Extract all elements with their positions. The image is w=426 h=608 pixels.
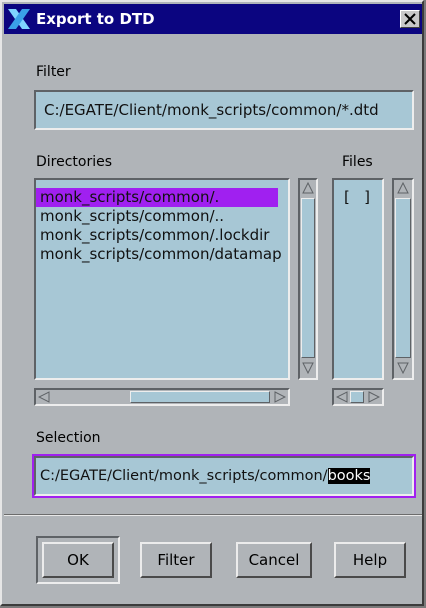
directories-list[interactable]: monk_scripts/common/. monk_scripts/common… [34,178,290,380]
ok-button[interactable]: OK [42,542,114,578]
help-button[interactable]: Help [334,542,406,578]
window-title: Export to DTD [36,10,155,28]
scroll-right-arrow-icon[interactable] [274,391,286,403]
files-list[interactable]: [ ] [332,178,384,380]
scroll-up-arrow-icon[interactable] [397,182,409,194]
directories-vertical-scrollbar[interactable] [298,178,318,380]
files-horizontal-scrollbar[interactable] [332,388,384,406]
selection-focus-ring: C:/EGATE/Client/monk_scripts/common/book… [32,454,416,498]
scroll-down-arrow-icon[interactable] [397,362,409,374]
export-dtd-dialog: Export to DTD Filter C:/EGATE/Client/mon… [0,0,424,606]
directory-list-item[interactable]: monk_scripts/common/datamap [36,245,288,264]
file-list-item[interactable]: [ ] [334,188,382,207]
scroll-left-arrow-icon[interactable] [336,391,348,403]
files-vertical-scrollbar[interactable] [392,178,414,380]
scroll-left-arrow-icon[interactable] [38,391,50,403]
scroll-down-arrow-icon[interactable] [302,362,314,374]
files-horizontal-thumb[interactable] [350,391,364,403]
directories-label: Directories [36,154,113,170]
title-bar[interactable]: Export to DTD [4,4,422,34]
directory-list-item[interactable]: monk_scripts/common/.. [36,207,288,226]
x-logo-icon [8,9,30,29]
scroll-up-arrow-icon[interactable] [302,182,314,194]
selection-input[interactable]: C:/EGATE/Client/monk_scripts/common/book… [34,456,414,496]
files-vertical-thumb[interactable] [395,198,411,358]
files-label: Files [342,154,373,170]
selection-highlighted-text: books [327,468,371,484]
filter-input[interactable]: C:/EGATE/Client/monk_scripts/common/*.dt… [34,90,414,130]
directory-list-item[interactable]: monk_scripts/common/. [36,188,278,207]
filter-input-value: C:/EGATE/Client/monk_scripts/common/*.dt… [44,101,379,119]
directories-horizontal-scrollbar[interactable] [34,388,290,406]
selection-input-value: C:/EGATE/Client/monk_scripts/common/ [40,468,328,484]
cancel-button[interactable]: Cancel [236,542,312,578]
scroll-right-arrow-icon[interactable] [368,391,380,403]
filter-label: Filter [36,64,71,80]
directory-list-item[interactable]: monk_scripts/common/.lockdir [36,226,288,245]
separator [4,514,422,516]
filter-button[interactable]: Filter [140,542,212,578]
close-button[interactable] [400,10,420,28]
close-icon [404,13,416,25]
selection-label: Selection [36,430,101,446]
directories-horizontal-thumb[interactable] [130,391,270,403]
directories-vertical-thumb[interactable] [301,198,315,358]
